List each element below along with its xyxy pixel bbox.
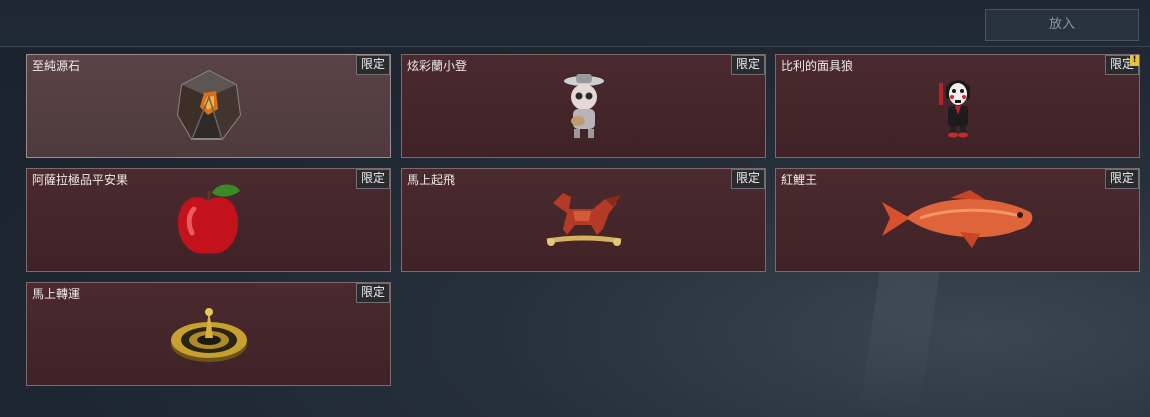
item-name: 紅鯉王 (781, 173, 818, 187)
item-name: 阿薩拉極品平安果 (32, 173, 129, 187)
top-bar: 放入 (0, 0, 1150, 47)
apple-icon (177, 184, 240, 254)
horse-icon (546, 193, 621, 246)
limited-tag: 限定 (355, 169, 390, 189)
item-card[interactable]: 至純源石 限定 (26, 54, 391, 158)
item-card[interactable]: 阿薩拉極品平安果 限定 (26, 168, 391, 272)
crystal-icon (176, 69, 241, 140)
background-decor (860, 270, 940, 410)
carp-icon (881, 190, 1032, 248)
put-in-button[interactable]: 放入 (985, 9, 1139, 41)
item-name: 馬上轉運 (32, 287, 81, 301)
doll-icon (563, 74, 604, 138)
item-card[interactable]: 紅鯉王 限定 (775, 168, 1140, 272)
limited-tag: 限定 (355, 283, 390, 303)
limited-tag: 限定 (730, 55, 765, 75)
item-name: 至純源石 (32, 59, 81, 73)
item-card[interactable]: 馬上轉運 限定 (26, 282, 391, 386)
limited-tag: 限定 (355, 55, 390, 75)
item-name: 馬上起飛 (407, 173, 456, 187)
limited-tag: 限定 (1104, 169, 1139, 189)
item-name: 炫彩蘭小登 (407, 59, 468, 73)
puppet-icon (938, 80, 970, 138)
item-name: 比利的面具狼 (781, 59, 854, 73)
item-card[interactable]: 馬上起飛 限定 (401, 168, 766, 272)
item-card[interactable]: 比利的面具狼 限定 ! (775, 54, 1140, 158)
limited-tag: 限定 (730, 169, 765, 189)
warning-icon: ! (1130, 55, 1139, 66)
compass-icon (170, 308, 247, 362)
item-card[interactable]: 炫彩蘭小登 限定 (401, 54, 766, 158)
